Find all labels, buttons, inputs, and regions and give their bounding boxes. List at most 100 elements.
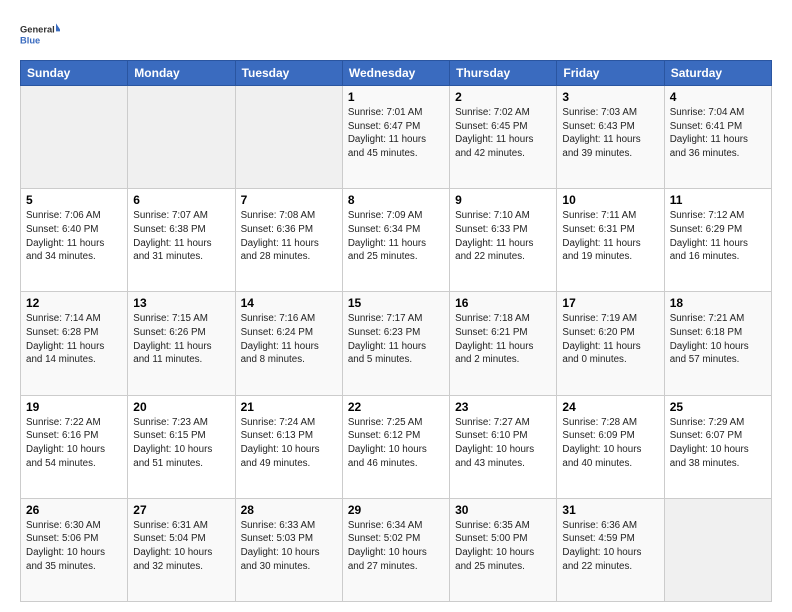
weekday-saturday: Saturday [664, 61, 771, 86]
day-number: 29 [348, 503, 444, 517]
day-cell: 23 Sunrise: 7:27 AM Sunset: 6:10 PM Dayli… [450, 395, 557, 498]
day-cell: 12Sunrise: 7:14 AM Sunset: 6:28 PM Dayli… [21, 292, 128, 395]
day-cell: 7 Sunrise: 7:08 AM Sunset: 6:36 PM Daylig… [235, 189, 342, 292]
weekday-monday: Monday [128, 61, 235, 86]
day-cell: 14Sunrise: 7:16 AM Sunset: 6:24 PM Dayli… [235, 292, 342, 395]
day-info: Sunrise: 7:23 AM Sunset: 6:15 PM Dayligh… [133, 416, 229, 471]
day-cell: 16 Sunrise: 7:18 AM Sunset: 6:21 PM Dayli… [450, 292, 557, 395]
day-info: Sunrise: 6:30 AM Sunset: 5:06 PM Dayligh… [26, 519, 122, 574]
day-cell [235, 86, 342, 189]
day-number: 3 [562, 90, 658, 104]
day-cell: 17Sunrise: 7:19 AM Sunset: 6:20 PM Dayli… [557, 292, 664, 395]
day-info: Sunrise: 7:24 AM Sunset: 6:13 PM Dayligh… [241, 416, 337, 471]
day-info: Sunrise: 7:17 AM Sunset: 6:23 PM Dayligh… [348, 312, 444, 367]
day-cell: 18Sunrise: 7:21 AM Sunset: 6:18 PM Dayli… [664, 292, 771, 395]
day-cell [128, 86, 235, 189]
day-cell: 29 Sunrise: 6:34 AM Sunset: 5:02 PM Dayli… [342, 498, 449, 601]
day-cell: 3 Sunrise: 7:03 AM Sunset: 6:43 PM Daylig… [557, 86, 664, 189]
weekday-header-row: SundayMondayTuesdayWednesdayThursdayFrid… [21, 61, 772, 86]
day-cell: 28Sunrise: 6:33 AM Sunset: 5:03 PM Dayli… [235, 498, 342, 601]
week-row-3: 12Sunrise: 7:14 AM Sunset: 6:28 PM Dayli… [21, 292, 772, 395]
day-cell: 1Sunrise: 7:01 AM Sunset: 6:47 PM Daylig… [342, 86, 449, 189]
day-cell: 24 Sunrise: 7:28 AM Sunset: 6:09 PM Dayli… [557, 395, 664, 498]
day-number: 26 [26, 503, 122, 517]
day-cell: 15 Sunrise: 7:17 AM Sunset: 6:23 PM Dayli… [342, 292, 449, 395]
day-number: 25 [670, 400, 766, 414]
day-cell [664, 498, 771, 601]
day-cell: 25Sunrise: 7:29 AM Sunset: 6:07 PM Dayli… [664, 395, 771, 498]
day-number: 24 [562, 400, 658, 414]
day-info: Sunrise: 6:34 AM Sunset: 5:02 PM Dayligh… [348, 519, 444, 574]
day-cell: 8Sunrise: 7:09 AM Sunset: 6:34 PM Daylig… [342, 189, 449, 292]
day-cell: 20 Sunrise: 7:23 AM Sunset: 6:15 PM Dayli… [128, 395, 235, 498]
day-info: Sunrise: 7:07 AM Sunset: 6:38 PM Dayligh… [133, 209, 229, 264]
day-info: Sunrise: 7:08 AM Sunset: 6:36 PM Dayligh… [241, 209, 337, 264]
weekday-friday: Friday [557, 61, 664, 86]
weekday-tuesday: Tuesday [235, 61, 342, 86]
day-cell: 4 Sunrise: 7:04 AM Sunset: 6:41 PM Daylig… [664, 86, 771, 189]
day-cell: 31 Sunrise: 6:36 AM Sunset: 4:59 PM Dayli… [557, 498, 664, 601]
day-info: Sunrise: 7:10 AM Sunset: 6:33 PM Dayligh… [455, 209, 551, 264]
day-number: 18 [670, 296, 766, 310]
day-cell: 22 Sunrise: 7:25 AM Sunset: 6:12 PM Dayli… [342, 395, 449, 498]
day-info: Sunrise: 6:35 AM Sunset: 5:00 PM Dayligh… [455, 519, 551, 574]
day-info: Sunrise: 6:36 AM Sunset: 4:59 PM Dayligh… [562, 519, 658, 574]
day-number: 14 [241, 296, 337, 310]
day-number: 16 [455, 296, 551, 310]
day-cell [21, 86, 128, 189]
week-row-2: 5 Sunrise: 7:06 AM Sunset: 6:40 PM Daylig… [21, 189, 772, 292]
week-row-1: 1Sunrise: 7:01 AM Sunset: 6:47 PM Daylig… [21, 86, 772, 189]
day-info: Sunrise: 7:14 AM Sunset: 6:28 PM Dayligh… [26, 312, 122, 367]
svg-text:Blue: Blue [20, 35, 40, 45]
day-number: 6 [133, 193, 229, 207]
day-info: Sunrise: 7:12 AM Sunset: 6:29 PM Dayligh… [670, 209, 766, 264]
day-info: Sunrise: 7:01 AM Sunset: 6:47 PM Dayligh… [348, 106, 444, 161]
week-row-4: 19Sunrise: 7:22 AM Sunset: 6:16 PM Dayli… [21, 395, 772, 498]
day-number: 8 [348, 193, 444, 207]
day-number: 13 [133, 296, 229, 310]
day-info: Sunrise: 7:15 AM Sunset: 6:26 PM Dayligh… [133, 312, 229, 367]
weekday-sunday: Sunday [21, 61, 128, 86]
day-cell: 26 Sunrise: 6:30 AM Sunset: 5:06 PM Dayli… [21, 498, 128, 601]
week-row-5: 26 Sunrise: 6:30 AM Sunset: 5:06 PM Dayli… [21, 498, 772, 601]
day-info: Sunrise: 7:22 AM Sunset: 6:16 PM Dayligh… [26, 416, 122, 471]
day-info: Sunrise: 7:03 AM Sunset: 6:43 PM Dayligh… [562, 106, 658, 161]
day-cell: 13 Sunrise: 7:15 AM Sunset: 6:26 PM Dayli… [128, 292, 235, 395]
day-cell: 19Sunrise: 7:22 AM Sunset: 6:16 PM Dayli… [21, 395, 128, 498]
day-number: 17 [562, 296, 658, 310]
day-number: 7 [241, 193, 337, 207]
day-info: Sunrise: 7:25 AM Sunset: 6:12 PM Dayligh… [348, 416, 444, 471]
day-info: Sunrise: 7:27 AM Sunset: 6:10 PM Dayligh… [455, 416, 551, 471]
day-info: Sunrise: 7:28 AM Sunset: 6:09 PM Dayligh… [562, 416, 658, 471]
day-info: Sunrise: 6:31 AM Sunset: 5:04 PM Dayligh… [133, 519, 229, 574]
day-number: 11 [670, 193, 766, 207]
day-cell: 6 Sunrise: 7:07 AM Sunset: 6:38 PM Daylig… [128, 189, 235, 292]
day-cell: 10 Sunrise: 7:11 AM Sunset: 6:31 PM Dayli… [557, 189, 664, 292]
weekday-thursday: Thursday [450, 61, 557, 86]
day-info: Sunrise: 7:11 AM Sunset: 6:31 PM Dayligh… [562, 209, 658, 264]
day-number: 5 [26, 193, 122, 207]
day-number: 21 [241, 400, 337, 414]
day-number: 4 [670, 90, 766, 104]
header: General Blue [20, 16, 772, 52]
day-number: 15 [348, 296, 444, 310]
day-number: 27 [133, 503, 229, 517]
weekday-wednesday: Wednesday [342, 61, 449, 86]
day-cell: 21 Sunrise: 7:24 AM Sunset: 6:13 PM Dayli… [235, 395, 342, 498]
day-number: 30 [455, 503, 551, 517]
day-cell: 30 Sunrise: 6:35 AM Sunset: 5:00 PM Dayli… [450, 498, 557, 601]
day-info: Sunrise: 7:04 AM Sunset: 6:41 PM Dayligh… [670, 106, 766, 161]
day-number: 23 [455, 400, 551, 414]
day-number: 22 [348, 400, 444, 414]
day-number: 20 [133, 400, 229, 414]
logo: General Blue [20, 16, 60, 52]
day-number: 31 [562, 503, 658, 517]
day-info: Sunrise: 7:06 AM Sunset: 6:40 PM Dayligh… [26, 209, 122, 264]
day-info: Sunrise: 7:18 AM Sunset: 6:21 PM Dayligh… [455, 312, 551, 367]
day-number: 2 [455, 90, 551, 104]
day-number: 28 [241, 503, 337, 517]
day-cell: 11 Sunrise: 7:12 AM Sunset: 6:29 PM Dayli… [664, 189, 771, 292]
logo-svg: General Blue [20, 16, 60, 52]
svg-text:General: General [20, 25, 55, 35]
day-number: 10 [562, 193, 658, 207]
